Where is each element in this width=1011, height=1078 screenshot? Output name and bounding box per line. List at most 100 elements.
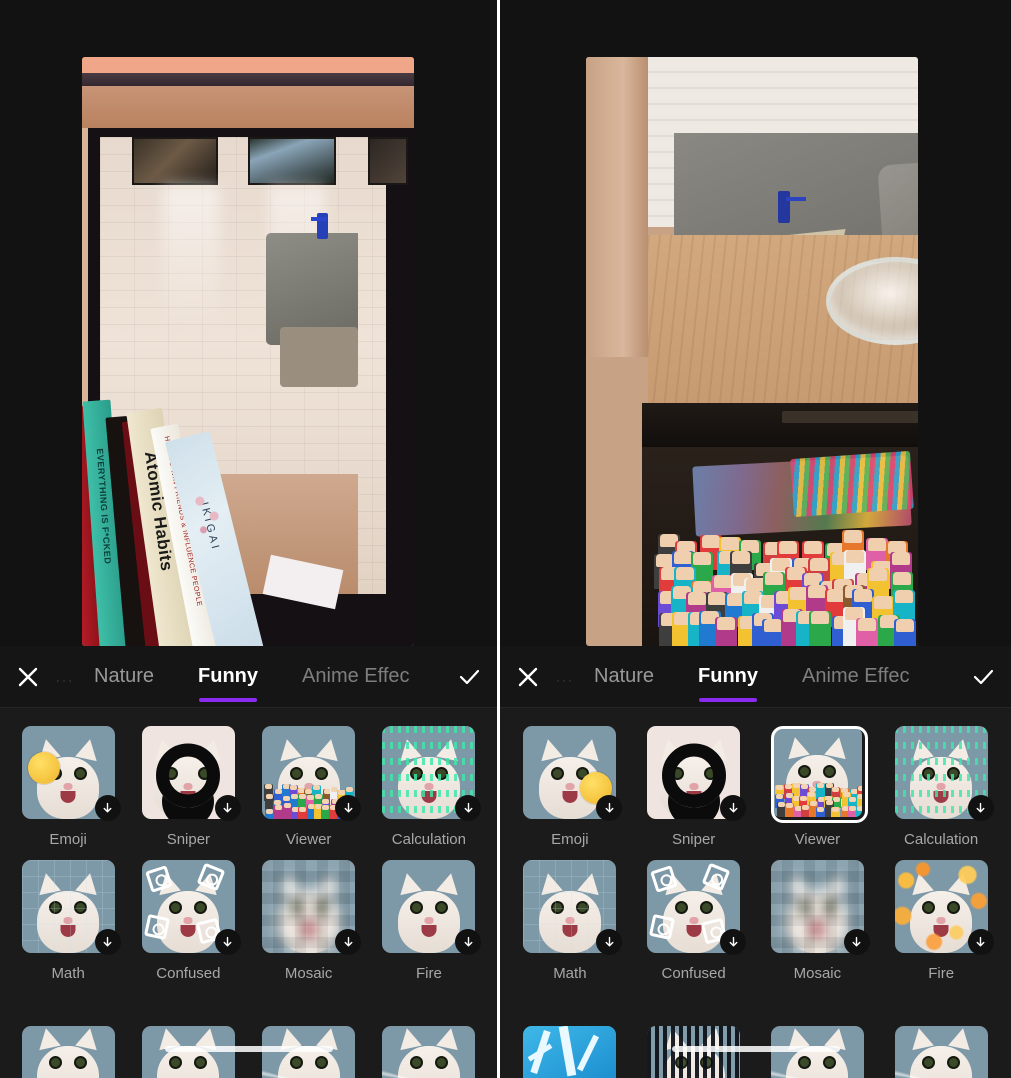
effect-thumb-box[interactable] [258, 722, 359, 823]
effect-item[interactable]: Viewer [249, 722, 369, 848]
close-button[interactable] [0, 646, 56, 708]
download-badge[interactable] [968, 929, 994, 955]
effect-label: Fire [416, 965, 442, 982]
effects-grid-partial-row-right[interactable] [500, 1026, 1011, 1078]
tab-nature[interactable]: Nature [572, 646, 676, 708]
cat-illustration [29, 1030, 107, 1078]
effect-thumb-box[interactable] [643, 1026, 744, 1078]
effect-thumb-box[interactable] [18, 722, 119, 823]
effect-thumb-box[interactable] [138, 856, 239, 957]
effect-item[interactable] [8, 1026, 128, 1078]
effect-label: Confused [156, 965, 220, 982]
download-badge[interactable] [596, 929, 622, 955]
effect-thumb-box[interactable] [891, 722, 992, 823]
effect-item[interactable]: Sniper [128, 722, 248, 848]
download-icon [342, 936, 355, 949]
download-badge[interactable] [844, 929, 870, 955]
effect-thumbnail [382, 1026, 475, 1078]
video-preview-right[interactable] [586, 57, 918, 646]
effect-label: Calculation [904, 831, 978, 848]
effect-item[interactable]: Mosaic [756, 856, 880, 982]
effect-item[interactable]: Fire [879, 856, 1003, 982]
tab-truncated[interactable]: … [56, 646, 72, 708]
effects-toolbar-right: … Nature Funny Anime Effec [500, 646, 1011, 708]
tab-truncated[interactable]: … [556, 646, 572, 708]
effect-thumb-box[interactable] [767, 1026, 868, 1078]
effect-thumb-box[interactable] [643, 856, 744, 957]
download-badge[interactable] [215, 929, 241, 955]
effect-item[interactable]: Confused [632, 856, 756, 982]
effect-label: Viewer [286, 831, 332, 848]
screen-right: … Nature Funny Anime Effec [500, 0, 1011, 1078]
download-badge[interactable] [335, 929, 361, 955]
effect-thumb-box[interactable] [378, 722, 479, 823]
effect-thumb-box-selected[interactable] [767, 722, 868, 823]
download-badge[interactable] [215, 795, 241, 821]
effect-thumb-box[interactable] [767, 856, 868, 957]
tab-anime-effect[interactable]: Anime Effec [280, 646, 431, 708]
category-tabs-left[interactable]: … Nature Funny Anime Effec [56, 646, 441, 708]
effect-item[interactable]: Math [8, 856, 128, 982]
picture-frame [368, 137, 408, 185]
effect-item[interactable] [879, 1026, 1003, 1078]
sniper-scope-overlay-icon [156, 743, 220, 807]
download-badge[interactable] [455, 929, 481, 955]
download-badge[interactable] [95, 929, 121, 955]
effect-thumb-box[interactable] [18, 856, 119, 957]
effect-thumb-box[interactable] [18, 1026, 119, 1078]
tab-anime-effect[interactable]: Anime Effec [780, 646, 931, 708]
download-badge[interactable] [95, 795, 121, 821]
effect-thumb-box[interactable] [138, 1026, 239, 1078]
effect-item[interactable]: Confused [128, 856, 248, 982]
effect-thumb-box[interactable] [519, 722, 620, 823]
download-badge[interactable] [455, 795, 481, 821]
effect-thumb-box[interactable] [258, 856, 359, 957]
effects-grid-area-right[interactable]: Emoji Sniper Viewer Calculation Math Con… [500, 708, 1011, 1078]
effects-grid-right: Emoji Sniper Viewer Calculation Math Con… [500, 708, 1011, 982]
download-badge[interactable] [720, 795, 746, 821]
effect-item[interactable]: Emoji [508, 722, 632, 848]
effect-thumb-box[interactable] [258, 1026, 359, 1078]
effect-thumb-box[interactable] [891, 1026, 992, 1078]
effect-item[interactable] [249, 1026, 369, 1078]
download-badge[interactable] [335, 795, 361, 821]
effect-thumbnail [142, 1026, 235, 1078]
effects-grid-area-left[interactable]: Emoji Sniper Viewer Calculation Math Con… [0, 708, 497, 1078]
confirm-button[interactable] [955, 646, 1011, 708]
preview-scene-room: EVERYTHING IS F*CKED Atomic Habits HOW T… [82, 57, 414, 646]
effect-item[interactable] [369, 1026, 489, 1078]
effect-item[interactable]: Calculation [879, 722, 1003, 848]
effect-item[interactable] [632, 1026, 756, 1078]
effect-thumb-box[interactable] [643, 722, 744, 823]
close-button[interactable] [500, 646, 556, 708]
effect-item[interactable] [508, 1026, 632, 1078]
tab-funny[interactable]: Funny [676, 646, 780, 708]
effect-item[interactable]: Viewer [756, 722, 880, 848]
confirm-button[interactable] [441, 646, 497, 708]
effect-thumb-box[interactable] [378, 856, 479, 957]
effect-item[interactable]: Emoji [8, 722, 128, 848]
effect-thumb-box[interactable] [138, 722, 239, 823]
effect-item[interactable]: Fire [369, 856, 489, 982]
effect-item[interactable] [756, 1026, 880, 1078]
download-badge[interactable] [596, 795, 622, 821]
effect-thumb-box[interactable] [891, 856, 992, 957]
rays-overlay-icon [895, 1026, 988, 1078]
video-preview-left[interactable]: EVERYTHING IS F*CKED Atomic Habits HOW T… [82, 57, 414, 646]
rays-overlay-icon [382, 1026, 475, 1078]
effect-item[interactable] [128, 1026, 248, 1078]
effect-thumb-box[interactable] [519, 856, 620, 957]
ice-overlay-icon [523, 1026, 616, 1078]
effect-thumb-box[interactable] [378, 1026, 479, 1078]
effect-thumb-box[interactable] [519, 1026, 620, 1078]
download-badge[interactable] [968, 795, 994, 821]
category-tabs-right[interactable]: … Nature Funny Anime Effec [556, 646, 955, 708]
effect-item[interactable]: Math [508, 856, 632, 982]
effects-grid-partial-row-left[interactable] [0, 1026, 497, 1078]
effect-item[interactable]: Sniper [632, 722, 756, 848]
tab-nature[interactable]: Nature [72, 646, 176, 708]
effect-item[interactable]: Calculation [369, 722, 489, 848]
effect-item[interactable]: Mosaic [249, 856, 369, 982]
download-badge[interactable] [720, 929, 746, 955]
tab-funny[interactable]: Funny [176, 646, 280, 708]
